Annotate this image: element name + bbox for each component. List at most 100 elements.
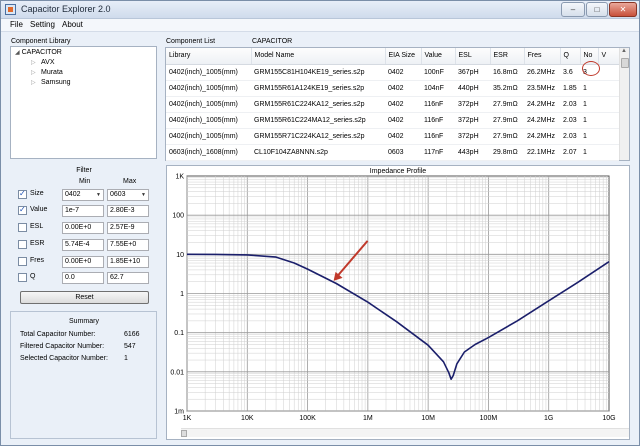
table-cell: 0603 — [385, 144, 421, 161]
filter-size-checkbox[interactable] — [18, 189, 27, 199]
column-header[interactable]: ESR — [490, 48, 525, 65]
menu-setting[interactable]: Setting — [30, 20, 55, 29]
table-cell: 0402 — [385, 128, 421, 145]
maximize-button[interactable]: □ — [586, 2, 608, 17]
tree-node-avx[interactable]: ▷ AVX — [31, 59, 55, 66]
table-cell: 2.07 — [560, 144, 580, 161]
component-table: Library Model Name EIA Size Value ESL ESR Fres… — [166, 48, 620, 161]
table-cell: GRM155R71C224KA12_series.s2p — [251, 128, 385, 145]
column-header[interactable]: Fres — [524, 48, 561, 65]
collapsed-triangle-icon: ▷ — [31, 70, 36, 76]
table-cell: 24.2MHz — [524, 128, 560, 145]
filter-esr-max-input[interactable]: 7.55E+0 — [107, 239, 149, 251]
table-cell: 0402 — [385, 80, 421, 97]
table-cell: 27.9mΩ — [490, 112, 524, 129]
close-button[interactable]: ✕ — [609, 2, 637, 17]
column-header[interactable]: EIA Size — [385, 48, 422, 65]
filter-value-checkbox[interactable] — [18, 205, 27, 215]
table-row[interactable]: 0603(inch)_1608(mm) CL10F104ZA8NNN.s2p 060… — [166, 144, 619, 161]
filter-size-min-select[interactable]: 0402 — [62, 189, 104, 201]
table-row[interactable]: 0402(inch)_1005(mm) GRM155R71C224KA12_ser… — [166, 128, 619, 145]
x-tick-label: 10K — [241, 415, 254, 422]
column-header[interactable]: V — [598, 48, 620, 65]
table-cell: 29.8mΩ — [490, 144, 524, 161]
app-icon — [5, 4, 16, 15]
table-cell: 24.2MHz — [524, 112, 560, 129]
table-cell: CL10F104ZA8NNN.s2p — [251, 144, 385, 161]
filter-esr-checkbox[interactable] — [18, 240, 27, 249]
table-cell: 0402 — [385, 96, 421, 113]
table-cell: 2.03 — [560, 112, 580, 129]
filter-q-max-input[interactable]: 62.7 — [107, 272, 149, 284]
filter-esr-min-input[interactable]: 5.74E-4 — [62, 239, 104, 251]
filter-value-max-input[interactable]: 2.80E-3 — [107, 205, 149, 217]
tree-node-murata[interactable]: ▷ Murata — [31, 69, 63, 76]
table-cell: 104nF — [421, 80, 455, 97]
table-row[interactable]: 0402(inch)_1005(mm) GRM155C81H104KE19_ser… — [166, 64, 619, 81]
summary-title: Summary — [69, 318, 99, 325]
summary-label: Total Capacitor Number: — [20, 331, 96, 338]
table-cell: 0402(inch)_1005(mm) — [166, 128, 251, 145]
filter-fres-checkbox[interactable] — [18, 257, 27, 266]
column-header[interactable]: Model Name — [251, 48, 386, 65]
column-header[interactable]: Value — [421, 48, 456, 65]
title-bar[interactable]: Capacitor Explorer 2.0 – □ ✕ — [1, 1, 639, 19]
table-header: Library Model Name EIA Size Value ESL ESR Fres… — [166, 48, 620, 65]
filter-q-min-input[interactable]: 0.0 — [62, 272, 104, 284]
collapsed-triangle-icon: ▷ — [31, 60, 36, 66]
table-scroll-thumb[interactable] — [621, 58, 629, 68]
y-tick-label: 1K — [175, 174, 184, 181]
table-cell: 372pH — [455, 96, 490, 113]
table-cell: GRM155R61C224MA12_series.s2p — [251, 112, 385, 129]
component-category-label: CAPACITOR — [252, 38, 293, 45]
table-row[interactable]: 0402(inch)_1005(mm) GRM155R61A124KE19_ser… — [166, 80, 619, 97]
chart-horizontal-scrollbar[interactable] — [181, 428, 629, 437]
table-cell: 117nF — [421, 144, 455, 161]
filter-q-label: Q — [30, 273, 36, 280]
x-tick-label: 10M — [421, 415, 435, 422]
column-header[interactable]: Library — [166, 48, 252, 65]
table-row[interactable]: 0402(inch)_1005(mm) GRM155R61C224MA12_ser… — [166, 112, 619, 129]
table-cell: 1 — [580, 96, 598, 113]
filter-esl-max-input[interactable]: 2.57E-9 — [107, 222, 149, 234]
filter-esr-label: ESR — [30, 240, 45, 247]
filter-size-max-select[interactable]: 0603 — [107, 189, 149, 201]
chart-scroll-thumb[interactable] — [181, 430, 187, 437]
table-cell: 1 — [580, 112, 598, 129]
table-cell: GRM155R61C224KA12_series.s2p — [251, 96, 385, 113]
filter-esl-checkbox[interactable] — [18, 223, 27, 232]
x-tick-label: 1M — [363, 415, 373, 422]
y-tick-label: 1m — [174, 409, 184, 416]
filter-fres-max-input[interactable]: 1.85E+10 — [107, 256, 149, 268]
menu-about[interactable]: About — [62, 20, 83, 29]
table-cell: 3.6 — [560, 64, 580, 81]
menu-file[interactable]: File — [10, 20, 23, 29]
table-cell: GRM155C81H104KE19_series.s2p — [251, 64, 385, 81]
scroll-up-icon[interactable]: ▲ — [621, 48, 627, 54]
reset-button[interactable]: Reset — [20, 291, 149, 304]
minimize-button[interactable]: – — [561, 2, 585, 17]
x-tick-label: 10G — [602, 415, 615, 422]
filter-max-label: Max — [123, 178, 137, 185]
x-tick-label: 1K — [183, 415, 192, 422]
filter-fres-min-input[interactable]: 0.00E+0 — [62, 256, 104, 268]
component-library-label: Component Library — [11, 38, 71, 45]
table-row[interactable]: 0402(inch)_1005(mm) GRM155R61C224KA12_ser… — [166, 96, 619, 113]
tree-node-samsung[interactable]: ▷ Samsung — [31, 79, 71, 86]
tree-node-capacitor[interactable]: ◢ CAPACITOR — [15, 49, 62, 56]
table-cell: 372pH — [455, 128, 490, 145]
filter-value-min-input[interactable]: 1e-7 — [62, 205, 104, 217]
table-vertical-scrollbar[interactable]: ▲ — [619, 48, 629, 160]
column-header[interactable]: ESL — [455, 48, 491, 65]
table-cell: 35.2mΩ — [490, 80, 524, 97]
filter-q-checkbox[interactable] — [18, 273, 27, 282]
table-cell: 27.9mΩ — [490, 96, 524, 113]
table-cell: GRM155R61A124KE19_series.s2p — [251, 80, 385, 97]
table-body: 0402(inch)_1005(mm) GRM155C81H104KE19_ser… — [166, 64, 619, 161]
summary-label: Selected Capacitor Number: — [20, 355, 108, 362]
column-header[interactable]: Q — [560, 48, 581, 65]
y-tick-label: 0.01 — [170, 369, 184, 376]
filter-esl-min-input[interactable]: 0.00E+0 — [62, 222, 104, 234]
impedance-chart[interactable]: Impedance Profile 1K 10K 100K 1M 10M 100M 1G 10G… — [167, 166, 629, 439]
table-cell: 440pH — [455, 80, 490, 97]
